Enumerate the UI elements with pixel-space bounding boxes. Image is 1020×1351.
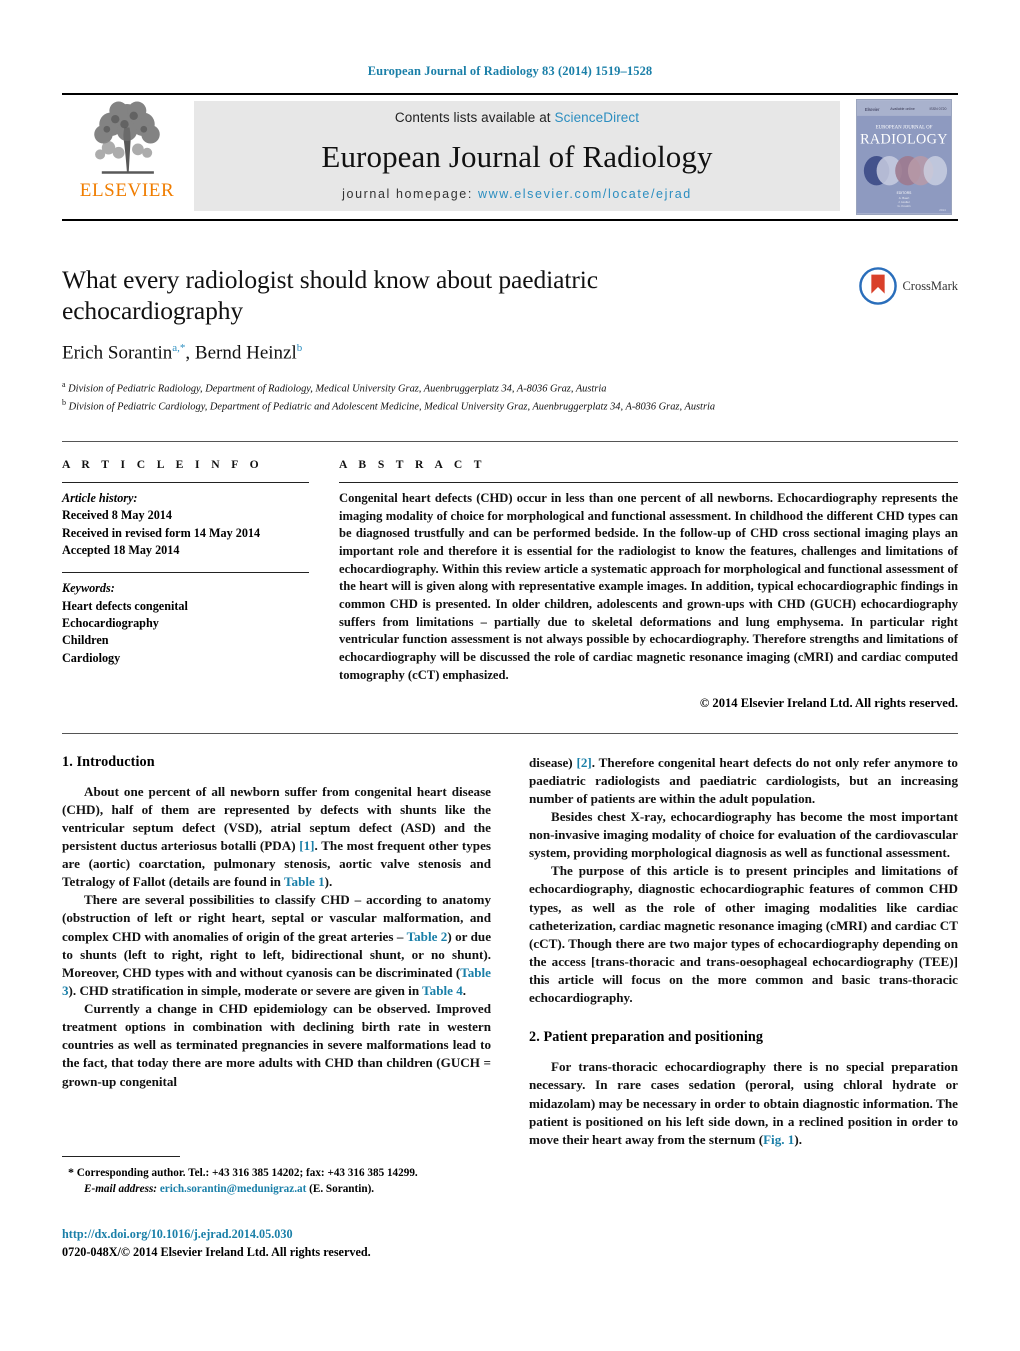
para-text: .: [462, 982, 467, 998]
keyword-item: Children: [62, 633, 109, 648]
crossmark-icon: [859, 267, 898, 305]
para-text: disease): [529, 754, 577, 770]
para-text: . Therefore congenital heart defects do …: [529, 754, 958, 806]
svg-text:EDITORS: EDITORS: [897, 191, 912, 195]
svg-text:Available online: Available online: [890, 107, 915, 111]
abstract-copyright: © 2014 Elsevier Ireland Ltd. All rights …: [699, 695, 958, 710]
doi-block: http://dx.doi.org/10.1016/j.ejrad.2014.0…: [62, 1226, 522, 1261]
abstract-rule-top: [339, 481, 958, 483]
journal-cover-image: Elsevier Available online ISSN 0720 EURO…: [856, 99, 952, 215]
corresponding-author-line: * Corresponding author. Tel.: +43 316 38…: [62, 1164, 491, 1181]
svg-text:2014: 2014: [939, 208, 946, 212]
table-link-4[interactable]: Table 4: [422, 983, 463, 998]
reference-link-2[interactable]: [2]: [577, 755, 592, 770]
abstract-text: Congenital heart defects (CHD) occur in …: [339, 490, 958, 682]
section-heading-introduction: 1. Introduction: [62, 753, 155, 770]
para-text: For trans-thoracic echocardiography ther…: [529, 1059, 958, 1147]
running-head: European Journal of Radiology 83 (2014) …: [367, 64, 653, 78]
footnote-rule: [62, 1156, 180, 1157]
article-page: European Journal of Radiology 83 (2014) …: [0, 0, 1020, 1351]
author-name-1: Erich Sorantin: [62, 342, 173, 364]
keyword-item: Echocardiography: [62, 615, 159, 630]
info-abstract-region: A R T I C L E I N F O Article history: R…: [62, 440, 958, 711]
article-history-revised: Received in revised form 14 May 2014: [62, 525, 261, 540]
title-block: What every radiologist should know about…: [62, 265, 958, 415]
article-history-accepted: Accepted 18 May 2014: [62, 542, 180, 557]
author-name-2: Bernd Heinzl: [194, 342, 297, 364]
homepage-url-link[interactable]: www.elsevier.com/locate/ejrad: [478, 187, 692, 201]
affiliation-a-marker: a: [62, 379, 66, 389]
crossmark-label: CrossMark: [902, 278, 958, 293]
article-history-received: Received 8 May 2014: [62, 508, 172, 523]
table-link-1[interactable]: Table 1: [284, 874, 325, 889]
elsevier-logo: ELSEVIER: [62, 95, 192, 219]
paragraph-intro-5: The purpose of this article is to presen…: [529, 863, 958, 1006]
article-info-rule-top: [62, 481, 309, 483]
keywords-label: Keywords:: [62, 581, 115, 596]
keyword-item: Cardiology: [62, 650, 121, 665]
reference-link-1[interactable]: [1]: [299, 838, 314, 853]
affiliations: a Division of Pediatric Radiology, Depar…: [62, 379, 958, 415]
svg-text:EUROPEAN JOURNAL OF: EUROPEAN JOURNAL OF: [876, 126, 933, 131]
paragraph-section2-1: For trans-thoracic echocardiography ther…: [529, 1058, 958, 1149]
para-text: ).: [794, 1131, 802, 1147]
para-text: ). CHD stratification in simple, moderat…: [68, 982, 423, 998]
body-column-left: 1. Introduction About one percent of all…: [62, 754, 491, 1149]
issn-copyright-line: 0720-048X/© 2014 Elsevier Ireland Ltd. A…: [62, 1244, 371, 1259]
author-1-affiliation-marker[interactable]: a,*: [172, 342, 185, 354]
footnote-marker: *: [68, 1165, 74, 1179]
paragraph-intro-1: About one percent of all newborn suffer …: [62, 783, 491, 892]
email-owner: (E. Sorantin).: [309, 1183, 375, 1196]
journal-cover-thumbnail: Elsevier Available online ISSN 0720 EURO…: [850, 95, 958, 219]
affiliation-b-text: Division of Pediatric Cardiology, Depart…: [68, 401, 716, 413]
body-columns: 1. Introduction About one percent of all…: [62, 754, 958, 1149]
section-heading-patient-preparation: 2. Patient preparation and positioning: [529, 1029, 764, 1046]
svg-text:RADIOLOGY: RADIOLOGY: [860, 131, 948, 147]
article-info-rule-mid: [62, 572, 309, 574]
affiliation-a-text: Division of Pediatric Radiology, Departm…: [68, 382, 607, 394]
email-link[interactable]: erich.sorantin@medunigraz.at: [160, 1183, 307, 1195]
article-history-label: Article history:: [62, 490, 138, 505]
para-text: ).: [324, 874, 333, 890]
journal-masthead: ELSEVIER Contents lists available at Sci…: [62, 93, 958, 221]
contents-lists-line: Contents lists available at ScienceDirec…: [395, 110, 639, 125]
body-separator-rule: [62, 732, 958, 734]
article-info-heading: A R T I C L E I N F O: [62, 457, 264, 471]
corresponding-author-text: Corresponding author. Tel.: +43 316 385 …: [76, 1167, 418, 1179]
crossmark-badge[interactable]: CrossMark: [859, 267, 958, 305]
elsevier-wordmark: ELSEVIER: [79, 180, 175, 201]
email-label: E-mail address:: [84, 1183, 158, 1196]
table-link-2[interactable]: Table 2: [407, 929, 448, 944]
svg-text:ISSN 0720: ISSN 0720: [929, 107, 946, 111]
author-2-affiliation-marker[interactable]: b: [297, 342, 303, 354]
paragraph-intro-2: There are several possibilities to class…: [62, 891, 491, 1000]
email-line: E-mail address: erich.sorantin@medunigra…: [62, 1181, 491, 1197]
paragraph-intro-3: Currently a change in CHD epidemiology c…: [62, 1001, 491, 1089]
abstract-heading: A B S T R A C T: [339, 457, 486, 471]
corresponding-author-footnote: * Corresponding author. Tel.: +43 316 38…: [62, 1156, 491, 1198]
paragraph-intro-4: Besides chest X-ray, echocardiography ha…: [529, 808, 958, 861]
paragraph-intro-3-continued: disease) [2]. Therefore congenital heart…: [529, 754, 958, 808]
keyword-item: Heart defects congenital: [62, 598, 188, 613]
svg-text:G. Krestin: G. Krestin: [898, 204, 911, 208]
svg-text:Elsevier: Elsevier: [865, 107, 880, 112]
abstract-column: A B S T R A C T Congenital heart defects…: [339, 458, 958, 711]
article-info-column: A R T I C L E I N F O Article history: R…: [62, 458, 309, 711]
author-list: Erich Sorantina,*, Bernd Heinzlb: [62, 342, 958, 364]
affiliation-a: a Division of Pediatric Radiology, Depar…: [62, 379, 958, 397]
author-separator: ,: [185, 342, 195, 364]
figure-link-1[interactable]: Fig. 1: [763, 1132, 794, 1147]
sciencedirect-link[interactable]: ScienceDirect: [555, 110, 640, 125]
journal-title: European Journal of Radiology: [321, 138, 713, 174]
homepage-label: journal homepage:: [342, 187, 473, 201]
journal-banner: Contents lists available at ScienceDirec…: [194, 101, 840, 211]
affiliation-b: b Division of Pediatric Cardiology, Depa…: [62, 397, 958, 415]
elsevier-tree-icon: [94, 101, 160, 174]
page-title: What every radiologist should know about…: [62, 265, 598, 325]
affiliation-b-marker: b: [62, 397, 66, 407]
doi-link[interactable]: http://dx.doi.org/10.1016/j.ejrad.2014.0…: [62, 1226, 522, 1244]
journal-homepage-line: journal homepage: www.elsevier.com/locat…: [342, 187, 692, 201]
contents-lists-prefix: Contents lists available at: [394, 110, 551, 125]
body-column-right: disease) [2]. Therefore congenital heart…: [529, 754, 958, 1149]
